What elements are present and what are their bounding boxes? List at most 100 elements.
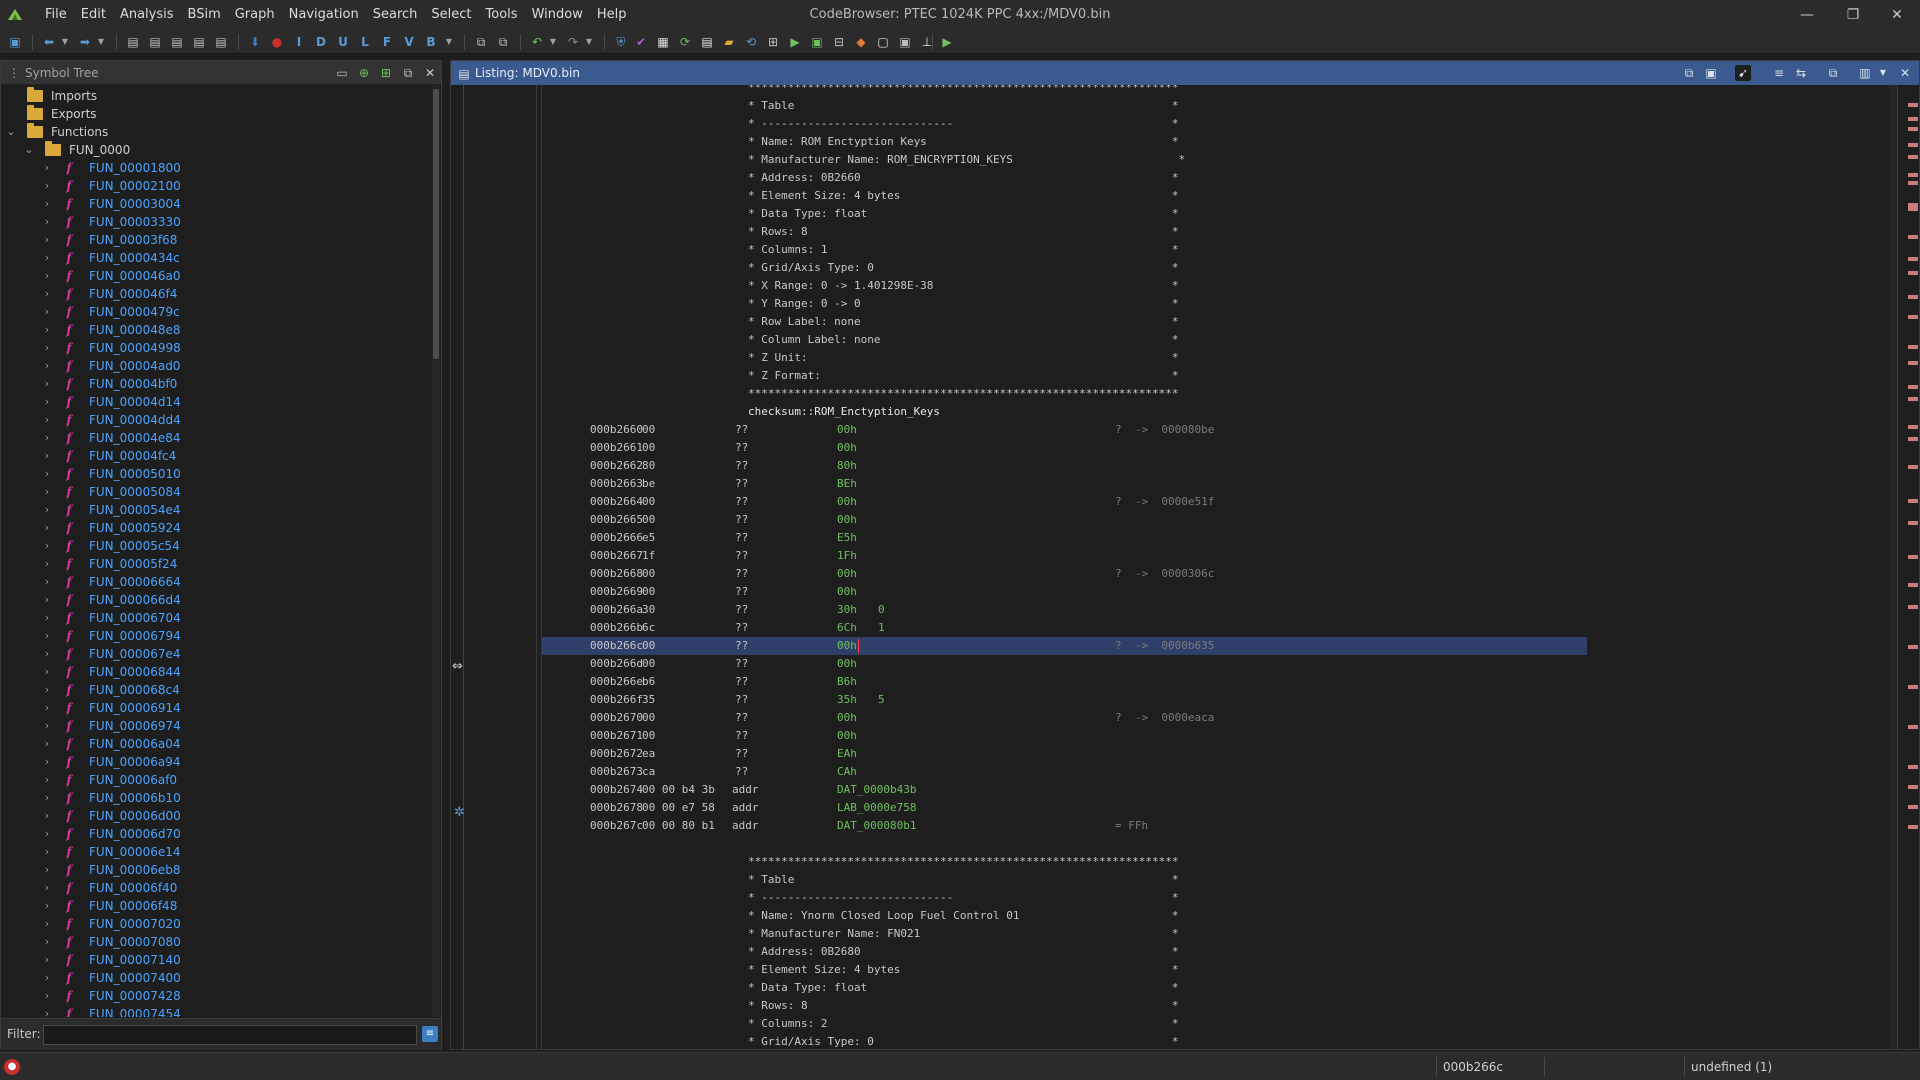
function-item[interactable]: › f FUN_00006d70 [1,825,421,843]
chevron-right-icon[interactable]: › [41,915,53,933]
menu-help[interactable]: Help [590,0,634,30]
function-item[interactable]: › f FUN_00004dd4 [1,411,421,429]
function-item[interactable]: › f FUN_00006a94 [1,753,421,771]
copy-icon[interactable]: ⧉ [472,33,490,51]
menu-bsim[interactable]: BSim [181,0,228,30]
layout-icon[interactable]: ▥ [1857,65,1873,81]
function-item[interactable]: › f FUN_00006d00 [1,807,421,825]
document-icon[interactable]: ▤ [168,33,186,51]
function-item[interactable]: › f FUN_00006af0 [1,771,421,789]
chevron-down-icon[interactable]: ⌄ [23,141,35,159]
chevron-right-icon[interactable]: › [41,429,53,447]
function-item[interactable]: › f FUN_00001800 [1,159,421,177]
paste-icon[interactable]: ▣ [1703,65,1719,81]
run-icon[interactable]: ▶ [786,33,804,51]
function-item[interactable]: › f FUN_00005c54 [1,537,421,555]
function-icon[interactable]: F [378,33,396,51]
data-row[interactable]: 000b2670 00?? 00h ? -> 0000eaca [542,709,1882,727]
script-run-icon[interactable]: ▶ [938,33,956,51]
data-row[interactable]: 000b266c 00?? 00h ? -> 0000b635 [542,637,1882,655]
function-item[interactable]: › f FUN_00007080 [1,933,421,951]
scrollbar-thumb[interactable] [433,89,439,359]
import-icon[interactable]: ▭ [333,64,351,82]
chevron-right-icon[interactable]: › [41,987,53,1005]
data-row[interactable]: 000b2669 00?? 00h [542,583,1882,601]
chevron-right-icon[interactable]: › [41,663,53,681]
tree-node-imports[interactable]: Imports [1,87,421,105]
data-row[interactable]: 000b266d 00?? 00h [542,655,1882,673]
chevron-right-icon[interactable]: › [41,681,53,699]
data-row[interactable]: 000b2660 00?? 00h ? -> 000080be [542,421,1882,439]
close-panel-icon[interactable]: ✕ [421,64,439,82]
function-item[interactable]: › f FUN_00005010 [1,465,421,483]
table-icon[interactable]: ▤ [698,33,716,51]
function-item[interactable]: › f FUN_00007140 [1,951,421,969]
window-icon[interactable]: ▢ [874,33,892,51]
function-item[interactable]: › f FUN_000066d4 [1,591,421,609]
chevron-right-icon[interactable]: › [41,933,53,951]
function-item[interactable]: › f FUN_00006b10 [1,789,421,807]
chevron-right-icon[interactable]: › [41,213,53,231]
graph-icon[interactable]: ⊞ [764,33,782,51]
menu-graph[interactable]: Graph [228,0,282,30]
function-item[interactable]: › f FUN_00003330 [1,213,421,231]
listing-scrollbar[interactable] [1889,85,1897,1049]
create-class-icon[interactable]: ⊞ [377,64,395,82]
close-panel-icon[interactable]: ✕ [1897,65,1913,81]
data-row[interactable]: 000b2662 80?? 80h [542,457,1882,475]
chevron-right-icon[interactable]: › [41,843,53,861]
chevron-right-icon[interactable]: › [41,267,53,285]
chevron-right-icon[interactable]: › [41,159,53,177]
filter-input[interactable] [43,1025,417,1045]
close-window-button[interactable]: ✕ [1874,0,1920,30]
menu-navigation[interactable]: Navigation [282,0,366,30]
data-row[interactable]: 000b266a 30?? 30h 0 [542,601,1882,619]
chevron-right-icon[interactable]: › [41,627,53,645]
chevron-right-icon[interactable]: › [41,609,53,627]
chevron-right-icon[interactable]: › [41,231,53,249]
chevron-right-icon[interactable]: › [41,303,53,321]
minimize-button[interactable]: — [1784,0,1830,30]
console-icon[interactable]: ⊟ [830,33,848,51]
chevron-right-icon[interactable]: › [41,699,53,717]
chevron-right-icon[interactable]: › [41,717,53,735]
function-item[interactable]: › f FUN_00006844 [1,663,421,681]
function-item[interactable]: › f FUN_00005f24 [1,555,421,573]
chevron-right-icon[interactable]: › [41,825,53,843]
layout-icon[interactable]: ▣ [896,33,914,51]
function-item[interactable]: › f FUN_00007454 [1,1005,421,1017]
data-row[interactable]: 000b2671 00?? 00h [542,727,1882,745]
chevron-right-icon[interactable]: › [41,951,53,969]
data-row[interactable]: 000b266b 6c?? 6Ch 1 [542,619,1882,637]
chevron-right-icon[interactable]: › [41,501,53,519]
create-namespace-icon[interactable]: ⊕ [355,64,373,82]
function-item[interactable]: › f FUN_00007400 [1,969,421,987]
menu-select[interactable]: Select [424,0,478,30]
chevron-right-icon[interactable]: › [41,321,53,339]
chevron-right-icon[interactable]: › [41,195,53,213]
function-item[interactable]: › f FUN_00002100 [1,177,421,195]
data-row[interactable]: 000b2664 00?? 00h ? -> 0000e51f [542,493,1882,511]
snapshot-icon[interactable]: ⧉ [399,64,417,82]
chevron-right-icon[interactable]: › [41,483,53,501]
chevron-right-icon[interactable]: › [41,357,53,375]
function-item[interactable]: › f FUN_00006974 [1,717,421,735]
menu-tools[interactable]: Tools [479,0,525,30]
function-item[interactable]: › f FUN_00006f48 [1,897,421,915]
redo-dropdown-icon[interactable]: ▼ [580,33,598,51]
data-row[interactable]: 000b2663 be?? BEh [542,475,1882,493]
function-item[interactable]: › f FUN_0000434c [1,249,421,267]
chevron-right-icon[interactable]: › [41,177,53,195]
filter-options-icon[interactable]: ≡ [422,1026,438,1042]
function-item[interactable]: › f FUN_00003f68 [1,231,421,249]
tree-node-exports[interactable]: Exports [1,105,421,123]
function-item[interactable]: › f FUN_000048e8 [1,321,421,339]
document-icon[interactable]: ▤ [212,33,230,51]
tree-node-fun-folder[interactable]: ⌄ FUN_0000 [1,141,421,159]
chevron-right-icon[interactable]: › [41,879,53,897]
data-row[interactable]: 000b2674 00 00 b4 3b addr DAT_0000b43b [542,781,1882,799]
chevron-right-icon[interactable]: › [41,807,53,825]
function-item[interactable]: › f FUN_00006e14 [1,843,421,861]
copy-icon[interactable]: ⧉ [1681,65,1697,81]
document-icon[interactable]: ▤ [190,33,208,51]
